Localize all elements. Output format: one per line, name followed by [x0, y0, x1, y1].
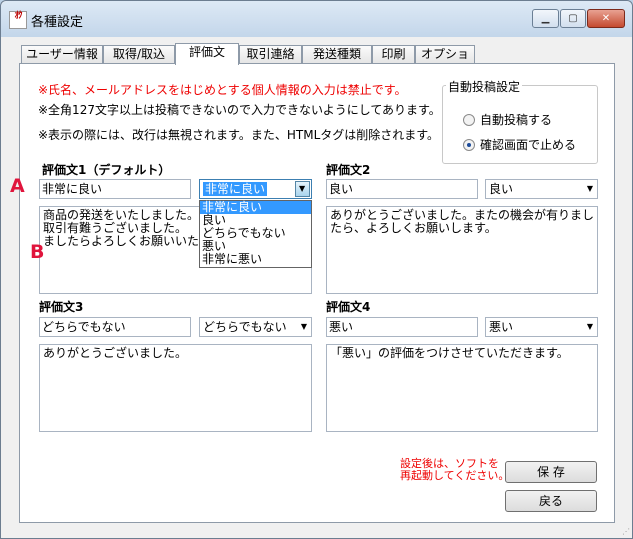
radio-checked-icon	[463, 139, 475, 151]
review1-rating-select[interactable]: 非常に良い ▼	[199, 179, 312, 199]
review4-label: 評価文4	[326, 300, 371, 314]
confirm-screen-radio-label: 確認画面で止める	[480, 138, 577, 152]
review1-label: 評価文1（デフォルト）	[42, 163, 171, 177]
review4-title-field[interactable]: 悪い	[326, 317, 478, 337]
title-bar: ｵｸ 各種設定 ▁ ▢ ✕	[1, 1, 632, 37]
window-title: 各種設定	[31, 15, 84, 30]
resize-grip-icon[interactable]: ⋰	[622, 527, 630, 536]
review4-rating-value: 悪い	[489, 320, 514, 334]
review1-rating-value: 非常に良い	[203, 182, 268, 196]
annotation-b: B	[30, 241, 45, 263]
annotation-a: A	[10, 175, 25, 197]
review3-title-field[interactable]: どちらでもない	[39, 317, 191, 337]
review2-body[interactable]: ありがとうございました。またの機会が有りましたら、よろしくお願いします。	[326, 206, 598, 294]
tab-review-text[interactable]: 評価文	[175, 43, 239, 65]
display-note: ※表示の際には、改行は無視されます。また、HTMLタグは削除されます。	[38, 128, 440, 142]
review4-rating-select[interactable]: 悪い ▼	[485, 317, 598, 337]
review3-rating-value: どちらでもない	[203, 320, 287, 334]
review3-label: 評価文3	[39, 300, 84, 314]
rating-option-very-bad[interactable]: 非常に悪い	[200, 253, 311, 266]
rating-dropdown-list: 非常に良い 良い どちらでもない 悪い 非常に悪い	[199, 200, 312, 268]
minimize-button[interactable]: ▁	[532, 9, 559, 28]
app-icon: ｵｸ	[9, 11, 27, 29]
maximize-button[interactable]: ▢	[560, 9, 586, 28]
save-button[interactable]: 保 存	[505, 461, 597, 483]
review4-body[interactable]: 「悪い」の評価をつけさせていただきます。	[326, 344, 598, 432]
chevron-down-icon: ▼	[299, 184, 306, 193]
back-button[interactable]: 戻る	[505, 490, 597, 512]
length-note: ※全角127文字以上は投稿できないので入力できないようにしてあります。	[38, 103, 441, 117]
review2-rating-select[interactable]: 良い ▼	[485, 179, 598, 199]
privacy-warning: ※氏名、メールアドレスをはじめとする個人情報の入力は禁止です。	[38, 83, 407, 97]
review2-title-field[interactable]: 良い	[326, 179, 478, 199]
auto-post-radio-label: 自動投稿する	[480, 113, 553, 127]
tab-import[interactable]: 取得/取込	[103, 45, 175, 64]
chevron-down-icon: ▼	[586, 322, 593, 331]
review3-rating-select[interactable]: どちらでもない ▼	[199, 317, 312, 337]
review3-body[interactable]: ありがとうございました。	[39, 344, 312, 432]
review2-label: 評価文2	[326, 163, 371, 177]
tab-shipping-types[interactable]: 発送種類	[302, 45, 372, 64]
auto-post-radio[interactable]: 自動投稿する	[463, 111, 552, 128]
auto-post-group-title: 自動投稿設定	[446, 78, 523, 95]
settings-window: ｵｸ 各種設定 ▁ ▢ ✕ ユーザー情報 取得/取込 評価文 取引連絡 発送種類…	[0, 0, 633, 539]
restart-note: 設定後は、ソフトを 再起動してください。	[400, 458, 509, 482]
tab-options[interactable]: オプション	[415, 45, 475, 78]
chevron-down-icon: ▼	[586, 184, 593, 193]
chevron-down-icon: ▼	[300, 322, 307, 331]
review1-title-field[interactable]: 非常に良い	[39, 179, 191, 199]
tab-user-info[interactable]: ユーザー情報	[21, 45, 103, 64]
dropdown-button[interactable]: ▼	[295, 181, 310, 197]
restart-note-line-2: 再起動してください。	[400, 469, 510, 482]
tab-transaction-contact[interactable]: 取引連絡	[239, 45, 302, 64]
confirm-screen-radio[interactable]: 確認画面で止める	[463, 136, 576, 153]
tab-print[interactable]: 印刷	[372, 45, 415, 64]
review2-rating-value: 良い	[489, 182, 514, 196]
radio-unchecked-icon	[463, 114, 475, 126]
close-button[interactable]: ✕	[587, 9, 625, 28]
review-text-panel: ※氏名、メールアドレスをはじめとする個人情報の入力は禁止です。 ※全角127文字…	[19, 63, 615, 523]
